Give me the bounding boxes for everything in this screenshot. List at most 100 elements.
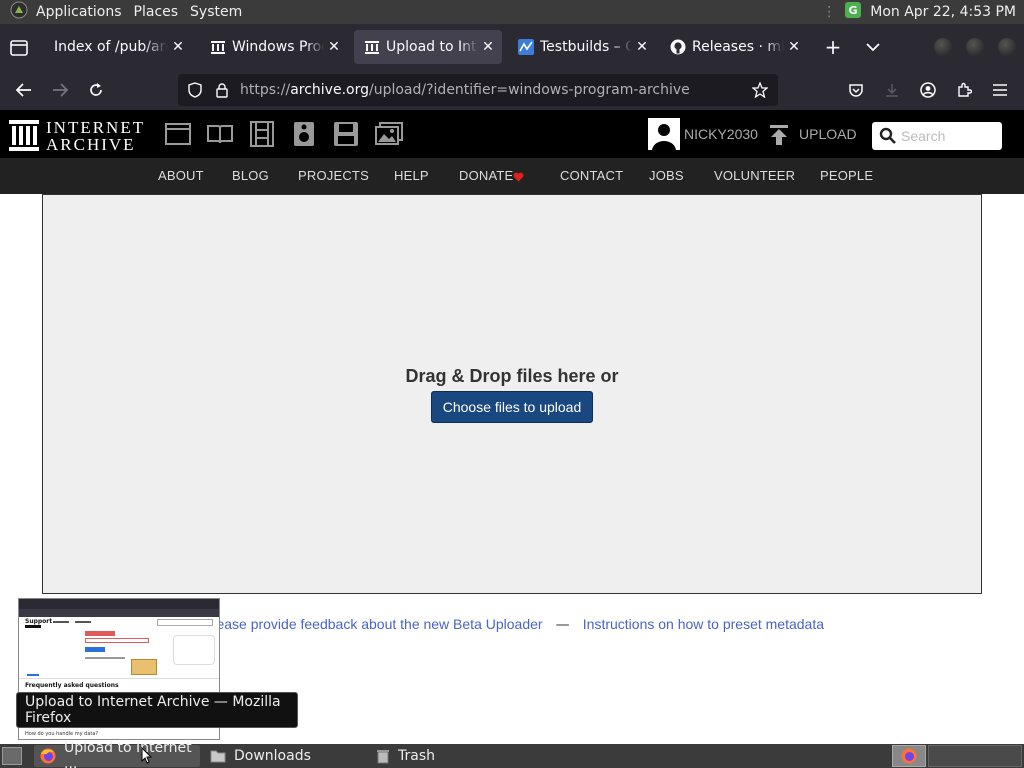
web-icon[interactable] xyxy=(165,123,191,149)
user-avatar[interactable] xyxy=(648,118,680,150)
menu-places[interactable]: Places xyxy=(128,4,185,20)
audio-icon[interactable] xyxy=(293,121,315,151)
close-tab-icon[interactable]: ✕ xyxy=(478,39,498,55)
close-tab-icon[interactable]: ✕ xyxy=(324,39,344,55)
close-tab-icon[interactable]: ✕ xyxy=(632,39,652,55)
ia-top-header: INTERNET ARCHIVE NICKY2030 UPLOAD Search xyxy=(0,110,1024,158)
tab-title: Upload to Internet Archive xyxy=(386,39,478,55)
mouse-cursor-icon xyxy=(141,746,153,768)
reload-icon[interactable] xyxy=(82,76,110,104)
tab-title: Releases · microsoft xyxy=(692,39,784,55)
uploader-footer-links: Please provide feedback about the new Be… xyxy=(204,614,904,633)
tab-windows-program-archive[interactable]: Windows Program Archive ✕ xyxy=(200,30,348,64)
update-notifier-icon[interactable]: G xyxy=(844,1,862,23)
screen: Applications Places System ⋮ G Mon Apr 2… xyxy=(0,0,1024,768)
taskbar-item-trash[interactable]: Trash xyxy=(370,745,532,767)
tab-upload-internet-archive[interactable]: Upload to Internet Archive ✕ xyxy=(354,30,502,64)
beta-feedback-link[interactable]: Please provide feedback about the new Be… xyxy=(204,616,543,632)
downloads-icon[interactable] xyxy=(878,76,906,104)
search-icon xyxy=(879,127,897,145)
drop-instructions: Drag & Drop files here or xyxy=(405,366,619,386)
folder-icon xyxy=(210,749,226,763)
thumb-text xyxy=(85,657,125,659)
ia-building-icon xyxy=(9,120,39,151)
preset-metadata-link[interactable]: Instructions on how to preset metadata xyxy=(583,616,824,632)
ia-logo[interactable]: INTERNET ARCHIVE xyxy=(8,118,148,154)
firefox-icon xyxy=(901,748,917,764)
thumb-toolbar xyxy=(19,609,219,617)
trash-icon xyxy=(376,748,390,764)
username[interactable]: NICKY2030 xyxy=(684,126,758,142)
nav-blog[interactable]: BLOG xyxy=(232,168,269,183)
upload-drop-zone[interactable]: Drag & Drop files here or Choose files t… xyxy=(42,194,982,594)
browser-tab-bar: Index of /pub/archive ✕ Windows Program … xyxy=(0,24,1024,70)
nav-projects[interactable]: PROJECTS xyxy=(298,168,369,183)
nav-jobs[interactable]: JOBS xyxy=(649,168,684,183)
github-icon xyxy=(670,39,686,55)
tab-list-chevron-icon[interactable] xyxy=(862,36,884,58)
taskbar-item-downloads[interactable]: Downloads xyxy=(204,745,366,767)
window-controls xyxy=(934,38,1018,56)
account-icon[interactable] xyxy=(914,76,942,104)
thumb-tag xyxy=(85,631,115,636)
url-host: archive.org xyxy=(290,82,369,98)
mate-logo-icon xyxy=(4,1,30,23)
taskbar-item-firefox[interactable]: Upload to Internet ... xyxy=(34,740,200,768)
taskbar-item-label: Trash xyxy=(398,748,435,764)
thumb-box-illustration xyxy=(131,659,157,675)
url-path: /upload/?identifier=windows-program-arch… xyxy=(369,82,690,98)
lock-icon[interactable] xyxy=(214,82,230,98)
show-desktop-icon[interactable] xyxy=(2,747,22,765)
ia-search-box[interactable]: Search xyxy=(872,122,1002,150)
images-icon[interactable] xyxy=(375,122,403,150)
browser-nav-toolbar: https://archive.org/upload/?identifier=w… xyxy=(0,70,1024,110)
firefox-view-icon[interactable] xyxy=(8,37,30,59)
nav-contact[interactable]: CONTACT xyxy=(560,168,623,183)
shield-icon[interactable] xyxy=(186,82,204,98)
ia-logo-line2: ARCHIVE xyxy=(46,135,136,154)
pocket-icon[interactable] xyxy=(842,76,870,104)
close-tab-icon[interactable]: ✕ xyxy=(168,39,188,55)
menu-system[interactable]: System xyxy=(184,4,248,20)
tab-testbuilds[interactable]: Testbuilds – OracleWiki ✕ xyxy=(508,30,656,64)
workspace-2[interactable] xyxy=(928,745,1022,767)
bookmark-star-icon[interactable] xyxy=(752,82,768,98)
menu-applications[interactable]: Applications xyxy=(30,4,128,20)
upload-icon[interactable] xyxy=(768,124,790,150)
back-arrow-icon[interactable] xyxy=(10,76,38,104)
url-text[interactable]: https://archive.org/upload/?identifier=w… xyxy=(240,82,690,98)
close-window-icon[interactable] xyxy=(998,38,1016,56)
forward-arrow-icon[interactable] xyxy=(46,76,74,104)
nav-people[interactable]: PEOPLE xyxy=(820,168,873,183)
choose-files-button[interactable]: Choose files to upload xyxy=(431,391,593,423)
url-bar[interactable]: https://archive.org/upload/?identifier=w… xyxy=(178,74,778,106)
thumb-search xyxy=(157,619,213,626)
window-title-tooltip: Upload to Internet Archive — Mozilla Fir… xyxy=(16,692,298,728)
software-icon[interactable] xyxy=(333,121,359,151)
maximize-window-icon[interactable] xyxy=(966,38,984,56)
nav-donate[interactable]: DONATE xyxy=(459,168,513,183)
hamburger-menu-icon[interactable] xyxy=(986,76,1014,104)
new-tab-icon[interactable]: + xyxy=(822,36,844,58)
tab-releases-github[interactable]: Releases · microsoft ✕ xyxy=(660,30,808,64)
workspace-switcher[interactable] xyxy=(892,745,926,767)
nav-volunteer[interactable]: VOLUNTEER xyxy=(714,168,795,183)
clock[interactable]: Mon Apr 22, 4:53 PM xyxy=(870,4,1016,20)
texts-icon[interactable] xyxy=(206,123,234,149)
tab-title: Index of /pub/archive xyxy=(54,39,168,55)
thumb-logo-bar xyxy=(25,625,41,628)
link-separator: — xyxy=(555,617,570,633)
thumb-divider xyxy=(19,678,219,679)
upload-link[interactable]: UPLOAD xyxy=(799,126,857,142)
tab-index-pub-archive[interactable]: Index of /pub/archive ✕ xyxy=(44,30,192,64)
video-icon[interactable] xyxy=(249,121,275,151)
nav-about[interactable]: ABOUT xyxy=(158,168,204,183)
wiki-icon xyxy=(518,39,534,55)
archive-icon xyxy=(364,39,380,55)
taskbar-item-label: Upload to Internet ... xyxy=(64,740,192,768)
minimize-window-icon[interactable] xyxy=(934,38,952,56)
close-tab-icon[interactable]: ✕ xyxy=(784,39,804,55)
svg-text:G: G xyxy=(849,4,858,17)
extensions-icon[interactable] xyxy=(950,76,978,104)
nav-help[interactable]: HELP xyxy=(394,168,429,183)
